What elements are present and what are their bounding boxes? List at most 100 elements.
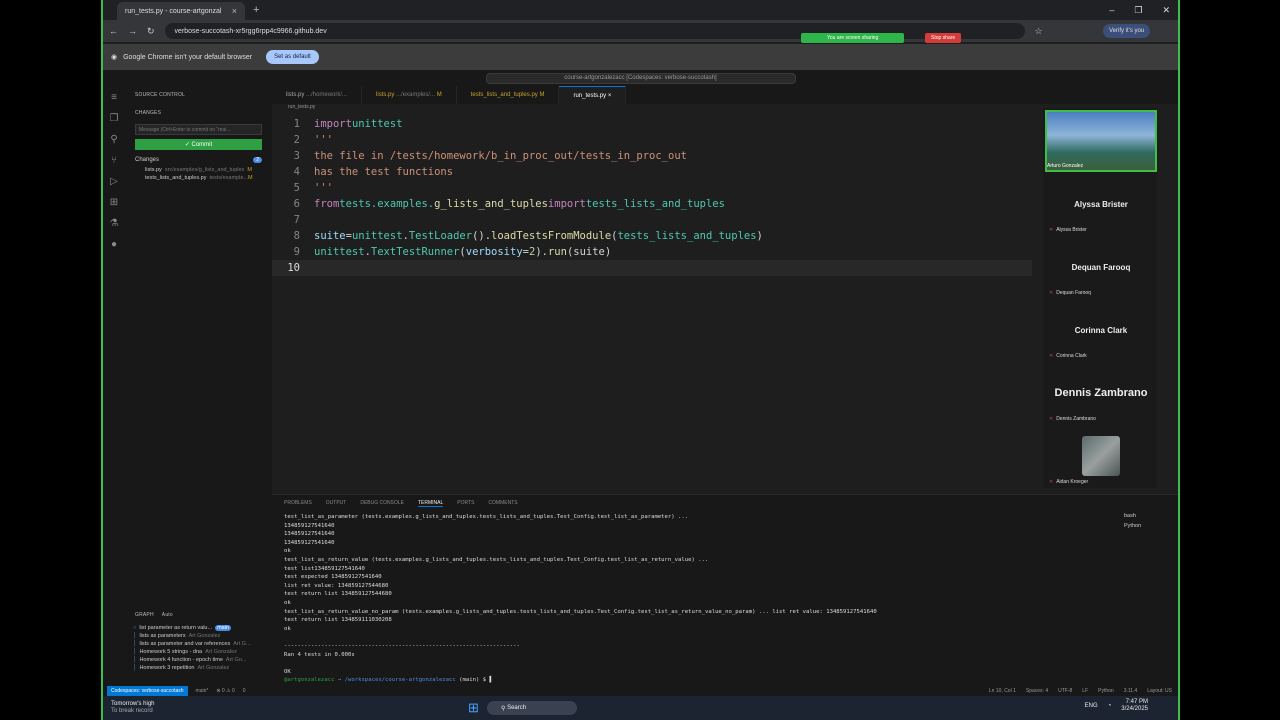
- encoding[interactable]: UTF-8: [1058, 688, 1072, 694]
- weather-widget[interactable]: Tomorrow's high To break record: [103, 701, 155, 715]
- stop-share-button[interactable]: Stop share: [925, 33, 962, 43]
- language-mode[interactable]: Python: [1098, 688, 1114, 694]
- tab-output[interactable]: OUTPUT: [326, 500, 347, 507]
- changes-count-badge: 2: [253, 157, 262, 163]
- remote-indicator[interactable]: Codespaces: verbose-succotash: [107, 686, 188, 696]
- python-version[interactable]: 3.11.4: [1124, 688, 1138, 694]
- clock[interactable]: 7:47 PM 3/24/2025: [1121, 699, 1148, 713]
- ports-indicator[interactable]: 0: [243, 688, 246, 694]
- participant-name: Dennis Zambrano: [1054, 387, 1148, 399]
- back-icon[interactable]: ←: [109, 26, 118, 36]
- taskbar-search[interactable]: ⚲ Search: [487, 701, 577, 715]
- tab-close-icon[interactable]: ×: [608, 93, 612, 99]
- run-debug-icon[interactable]: ▷: [110, 176, 118, 187]
- windows-taskbar: Tomorrow's high To break record ⊞ ⚲ Sear…: [103, 696, 1178, 720]
- graph-item[interactable]: ○ list parameter as return valu... main: [125, 624, 272, 632]
- graph-item[interactable]: │ Homework 4 function - epoch time Art Go.…: [125, 656, 272, 664]
- graph-msg: Homework 3 repetition: [139, 665, 195, 671]
- changes-header[interactable]: CHANGES: [125, 104, 272, 122]
- taskbar-search-label: Search: [507, 705, 527, 711]
- tab-debug-console[interactable]: DEBUG CONSOLE: [360, 500, 404, 507]
- video-name: Arturo Gonzalez: [1047, 163, 1084, 169]
- tab-lists-homework[interactable]: lists.py .../homework/...: [272, 86, 363, 104]
- tab-modified: M: [436, 92, 442, 98]
- graph-author: Art Gonzalez: [205, 649, 237, 655]
- forward-icon[interactable]: →: [128, 26, 137, 36]
- tab-tests-lists-and-tuples[interactable]: tests_lists_and_tuples.py M: [457, 86, 560, 104]
- lang-indicator[interactable]: ENG: [1085, 703, 1098, 709]
- graph-item[interactable]: │ Homework 3 repetition Art Gonzalez: [125, 664, 272, 672]
- graph-item[interactable]: │ lists as parameter and var references Ar…: [125, 640, 272, 648]
- screen: run_tests.py - course-artgonzal × + – ❐ …: [101, 0, 1180, 720]
- commit-dot-icon: ○: [133, 625, 137, 631]
- tab-terminal[interactable]: TERMINAL: [417, 500, 444, 507]
- participant-label: ✕ Corinna Clark: [1049, 353, 1087, 359]
- command-center[interactable]: course-artgonzalezacc [Codespaces: verbo…: [485, 72, 796, 84]
- branch-indicator[interactable]: main*: [196, 688, 209, 694]
- code-line: 5 ''': [293, 182, 333, 194]
- terminal-bash[interactable]: bash: [1118, 511, 1178, 521]
- new-tab-icon[interactable]: +: [253, 4, 259, 16]
- breadcrumb[interactable]: run_tests.py: [272, 104, 1032, 114]
- participant-label: ✕ Dequan Farooq: [1049, 290, 1091, 296]
- tab-path: .../examples/...: [396, 92, 436, 98]
- wifi-icon[interactable]: ◔: [1108, 703, 1112, 709]
- tab-lists-examples[interactable]: lists.py .../examples/... M: [362, 86, 457, 104]
- start-icon[interactable]: ⊞: [468, 700, 479, 716]
- graph-title: GRAPH: [135, 612, 154, 618]
- bookmark-icon[interactable]: ☆: [1035, 26, 1043, 37]
- branch-badge: main: [215, 625, 232, 631]
- tab-ports[interactable]: PORTS: [457, 500, 474, 507]
- participant-name: Alyssa Brister: [1074, 200, 1128, 209]
- mic-muted-icon: ✕: [1049, 416, 1054, 422]
- eol[interactable]: LF: [1082, 688, 1088, 694]
- commit-button[interactable]: ✓ Commit: [135, 139, 262, 150]
- problems-indicator[interactable]: ⊗ 0 ⚠ 0: [216, 688, 234, 694]
- verify-button[interactable]: Verify it's you: [1103, 24, 1151, 38]
- tab-label: lists.py: [286, 92, 305, 98]
- terminal-python[interactable]: Python: [1118, 521, 1178, 531]
- weather-line2: To break record: [111, 708, 153, 714]
- vscode-title-bar: course-artgonzalezacc [Codespaces: verbo…: [103, 70, 1178, 86]
- graph-header[interactable]: GRAPH Auto: [125, 606, 272, 624]
- commit-message-input[interactable]: Message (Ctrl+Enter to commit on "mai...: [135, 124, 262, 135]
- browser-tab[interactable]: run_tests.py - course-artgonzal ×: [117, 2, 245, 20]
- indentation[interactable]: Spaces: 4: [1026, 688, 1048, 694]
- tab-run-tests[interactable]: run_tests.py ×: [559, 86, 627, 104]
- explorer-icon[interactable]: ❐: [110, 113, 119, 124]
- extensions-icon[interactable]: ⊞: [110, 197, 118, 208]
- tab-comments[interactable]: COMMENTS: [488, 500, 517, 507]
- graph-author: Art G...: [233, 641, 251, 647]
- code-line: 7: [293, 214, 300, 226]
- tab-problems[interactable]: PROBLEMS: [284, 500, 312, 507]
- code-line: 2 ''': [293, 134, 333, 146]
- graph-item[interactable]: │ lists as parameters Art Gonzalez: [125, 632, 272, 640]
- keyboard-layout[interactable]: Layout: US: [1147, 688, 1172, 694]
- graph-auto[interactable]: Auto: [162, 612, 173, 618]
- source-control-icon[interactable]: ⑂: [111, 155, 117, 166]
- screen-sharing-indicator: You are screen sharing: [801, 33, 905, 43]
- commit-dot-icon: │: [133, 633, 137, 639]
- menu-icon[interactable]: ≡: [111, 92, 117, 103]
- search-icon[interactable]: ⚲: [110, 134, 117, 145]
- changed-file[interactable]: lists.py src/examples/g_lists_and_tuples…: [125, 166, 272, 174]
- changed-file[interactable]: tests_lists_and_tuples.py tests/example.…: [125, 174, 272, 182]
- cursor-position[interactable]: Ln 10, Col 1: [989, 688, 1016, 694]
- reload-icon[interactable]: ↻: [147, 26, 155, 37]
- maximize-icon[interactable]: ❐: [1134, 5, 1142, 16]
- tab-label: run_tests.py: [573, 92, 607, 99]
- source-control-sidebar: SOURCE CONTROL CHANGES Message (Ctrl+Ent…: [125, 86, 272, 686]
- participant-label: ✕ Aidan Kroeger: [1049, 479, 1089, 485]
- terminal-output[interactable]: test_list_as_parameter (tests.examples.g…: [284, 513, 1114, 685]
- github-icon[interactable]: ●: [111, 239, 117, 250]
- code-editor[interactable]: 1 import unittest 2 ''' 3 the file in /test…: [272, 116, 1032, 496]
- set-default-button[interactable]: Set as default: [266, 50, 319, 64]
- minimize-icon[interactable]: –: [1109, 5, 1114, 16]
- participant-name: Dequan Farooq: [1071, 263, 1131, 272]
- window-close-icon[interactable]: ✕: [1162, 5, 1170, 16]
- changes-group[interactable]: Changes 2: [125, 154, 272, 166]
- tab-label: tests_lists_and_tuples.py: [470, 92, 538, 98]
- testing-icon[interactable]: ⚗: [110, 218, 119, 229]
- close-icon[interactable]: ×: [232, 6, 237, 16]
- graph-item[interactable]: │ Homework 5 strings - dna Art Gonzalez: [125, 648, 272, 656]
